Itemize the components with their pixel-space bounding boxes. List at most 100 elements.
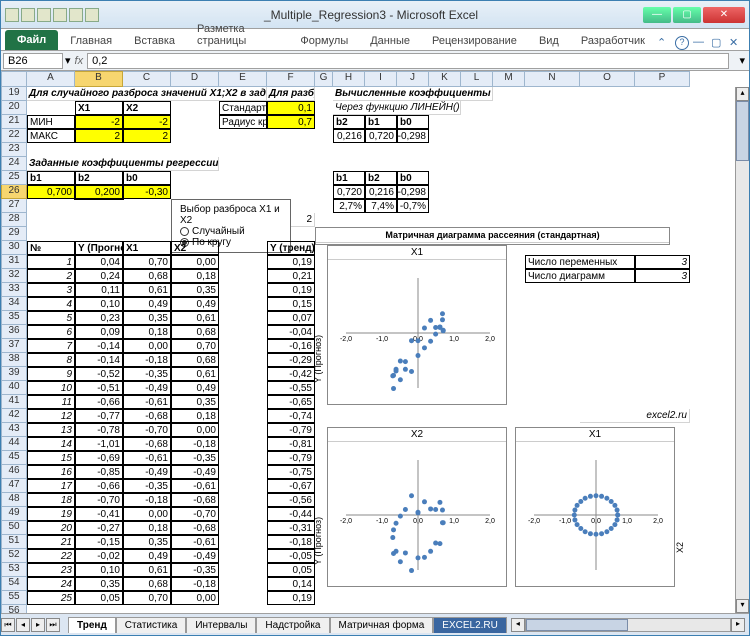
scrollbar-vertical[interactable]: ▴ ▾ xyxy=(735,87,749,613)
td-n[interactable]: 1 xyxy=(27,255,75,269)
vars-lbl[interactable]: Число переменных xyxy=(525,255,635,269)
td-yt[interactable]: -0,79 xyxy=(267,423,315,437)
td-x1[interactable]: -0,68 xyxy=(123,437,171,451)
row-header-28[interactable]: 28 xyxy=(1,213,27,227)
name-box[interactable]: B26 xyxy=(3,53,63,69)
cell-maxx1[interactable]: 2 xyxy=(75,129,123,143)
td-x1[interactable]: 0,70 xyxy=(123,591,171,605)
row-header-36[interactable]: 36 xyxy=(1,325,27,339)
td-x2[interactable]: 0,49 xyxy=(171,297,219,311)
cell-minx2[interactable]: -2 xyxy=(123,115,171,129)
close-button[interactable]: ✕ xyxy=(703,7,745,23)
vars-val[interactable]: 3 xyxy=(635,255,690,269)
td-y[interactable]: -0,14 xyxy=(75,339,123,353)
td-yt[interactable]: 0,19 xyxy=(267,283,315,297)
ribbon-minimize-icon[interactable]: ⌃ xyxy=(657,36,671,50)
qat-more-icon[interactable] xyxy=(85,8,99,22)
td-n[interactable]: 14 xyxy=(27,437,75,451)
td-x1[interactable]: -0,18 xyxy=(123,353,171,367)
th-x1[interactable]: X1 xyxy=(123,241,171,255)
td-yt[interactable]: 0,14 xyxy=(267,577,315,591)
td-yt[interactable]: -0,42 xyxy=(267,367,315,381)
sheet-next-icon[interactable]: ▸ xyxy=(31,618,45,632)
sv-b1[interactable]: 0,700 xyxy=(27,185,75,199)
td-x1[interactable]: 0,49 xyxy=(123,297,171,311)
td-y[interactable]: 0,10 xyxy=(75,563,123,577)
cell-stdy[interactable]: 0,1 xyxy=(267,101,315,115)
td-n[interactable]: 12 xyxy=(27,409,75,423)
td-yt[interactable]: -0,81 xyxy=(267,437,315,451)
td-x1[interactable]: 0,61 xyxy=(123,283,171,297)
scrollbar-horizontal[interactable]: ◂ ▸ xyxy=(507,618,749,632)
td-x2[interactable]: -0,18 xyxy=(171,437,219,451)
th-y[interactable]: Y (Прогноз) xyxy=(75,241,123,255)
td-yt[interactable]: 0,19 xyxy=(267,255,315,269)
td-x1[interactable]: 0,00 xyxy=(123,507,171,521)
col-header-N[interactable]: N xyxy=(525,71,580,87)
td-yt[interactable]: -0,55 xyxy=(267,381,315,395)
row-header-41[interactable]: 41 xyxy=(1,395,27,409)
th-x2[interactable]: X2 xyxy=(171,241,219,255)
td-x1[interactable]: -0,49 xyxy=(123,381,171,395)
td-n[interactable]: 17 xyxy=(27,479,75,493)
sv-b2[interactable]: 0,200 xyxy=(75,185,123,199)
select-all-corner[interactable] xyxy=(1,71,27,87)
td-yt[interactable]: 0,05 xyxy=(267,563,315,577)
th-n[interactable]: № xyxy=(27,241,75,255)
td-n[interactable]: 7 xyxy=(27,339,75,353)
row-header-20[interactable]: 20 xyxy=(1,101,27,115)
row-header-55[interactable]: 55 xyxy=(1,591,27,605)
td-x1[interactable]: -0,35 xyxy=(123,367,171,381)
cell-stdy-lbl[interactable]: Стандартное отклонение Y xyxy=(219,101,267,115)
td-x2[interactable]: 0,68 xyxy=(171,353,219,367)
row-header-32[interactable]: 32 xyxy=(1,269,27,283)
col-header-C[interactable]: C xyxy=(123,71,171,87)
diag-lbl[interactable]: Число диаграмм xyxy=(525,269,635,283)
v-b2[interactable]: 0,216 xyxy=(333,129,365,143)
td-n[interactable]: 20 xyxy=(27,521,75,535)
redo-icon[interactable] xyxy=(53,8,67,22)
diag-val[interactable]: 3 xyxy=(635,269,690,283)
td-x1[interactable]: -0,18 xyxy=(123,493,171,507)
td-yt[interactable]: 0,19 xyxy=(267,591,315,605)
scroll-up-icon[interactable]: ▴ xyxy=(736,87,749,101)
tab-view[interactable]: Вид xyxy=(529,32,569,50)
td-x2[interactable]: 0,61 xyxy=(171,367,219,381)
td-x2[interactable]: -0,18 xyxy=(171,577,219,591)
th-yt[interactable]: Y (тренд) xyxy=(267,241,315,255)
td-x2[interactable]: 0,70 xyxy=(171,339,219,353)
td-x2[interactable]: -0,70 xyxy=(171,507,219,521)
td-n[interactable]: 6 xyxy=(27,325,75,339)
col-header-O[interactable]: O xyxy=(580,71,635,87)
td-y[interactable]: 0,35 xyxy=(75,577,123,591)
td-yt[interactable]: -0,18 xyxy=(267,535,315,549)
scroll-right-icon[interactable]: ▸ xyxy=(731,618,745,632)
cv-b2[interactable]: 0,216 xyxy=(365,185,397,199)
td-y[interactable]: 0,09 xyxy=(75,325,123,339)
row-header-19[interactable]: 19 xyxy=(1,87,27,101)
pct-b1[interactable]: 2,7% xyxy=(333,199,365,213)
td-y[interactable]: -0,70 xyxy=(75,493,123,507)
td-x2[interactable]: -0,35 xyxy=(171,451,219,465)
tab-review[interactable]: Рецензирование xyxy=(422,32,527,50)
td-x2[interactable]: -0,35 xyxy=(171,563,219,577)
row-header-50[interactable]: 50 xyxy=(1,521,27,535)
hdr-random[interactable]: Для случайного разброса значений X1;X2 в… xyxy=(27,87,267,101)
col-header-L[interactable]: L xyxy=(461,71,493,87)
row-header-56[interactable]: 56 xyxy=(1,605,27,613)
chart-X1[interactable]: X1-2,0-1,00,01,02,0 xyxy=(327,245,507,405)
maximize-button[interactable]: ▢ xyxy=(673,7,701,23)
row-header-23[interactable]: 23 xyxy=(1,143,27,157)
td-yt[interactable]: 0,07 xyxy=(267,311,315,325)
td-n[interactable]: 3 xyxy=(27,283,75,297)
chart-X2[interactable]: X2-2,0-1,00,01,02,0 xyxy=(327,427,507,587)
td-y[interactable]: -0,41 xyxy=(75,507,123,521)
td-yt[interactable]: -0,79 xyxy=(267,451,315,465)
col-header-A[interactable]: A xyxy=(27,71,75,87)
hdr-calc[interactable]: Вычисленные коэффициенты регрессии xyxy=(333,87,493,101)
td-x1[interactable]: -0,61 xyxy=(123,395,171,409)
td-y[interactable]: 0,11 xyxy=(75,283,123,297)
td-yt[interactable]: -0,44 xyxy=(267,507,315,521)
td-x2[interactable]: 0,00 xyxy=(171,591,219,605)
td-x2[interactable]: 0,00 xyxy=(171,255,219,269)
